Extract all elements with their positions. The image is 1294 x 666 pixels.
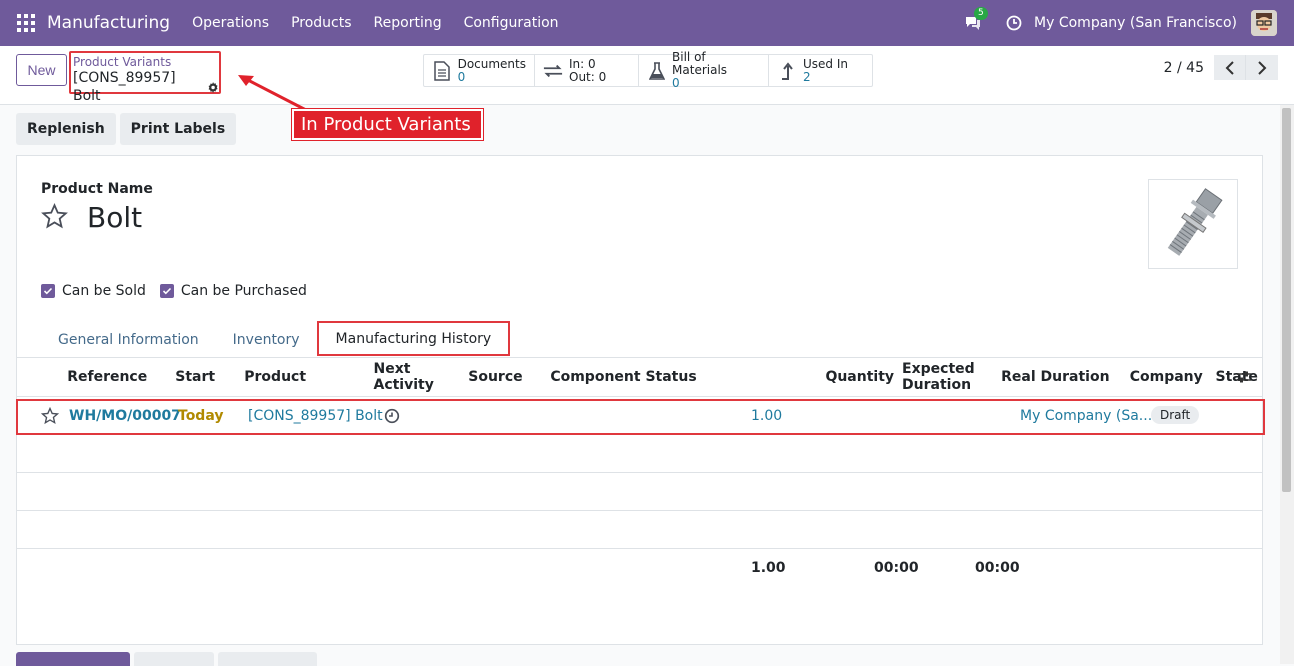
tab-manufacturing-history[interactable]: Manufacturing History [316,321,511,356]
empty-row [17,473,1262,511]
print-labels-button[interactable]: Print Labels [119,113,237,145]
used-in-label: Used In [803,56,848,71]
pager-value[interactable]: 2 / 45 [1164,60,1204,76]
column-header-source[interactable]: Source [464,358,547,397]
optional-columns-icon[interactable] [1236,370,1252,384]
empty-row [17,511,1262,549]
user-avatar[interactable] [1251,10,1277,36]
empty-row [17,435,1262,473]
pager-previous-button[interactable] [1214,55,1246,80]
column-header-expected-duration[interactable]: Expected Duration [898,358,998,397]
breadcrumb: Product Variants [CONS_89957] Bolt [69,51,221,104]
messages-count-badge: 5 [974,7,988,20]
messages-icon[interactable]: 5 [964,7,988,31]
can-be-purchased-checkbox[interactable]: Can be Purchased [159,283,307,299]
pager-next-button[interactable] [1246,55,1278,80]
select-column-header [17,358,64,397]
column-header-product[interactable]: Product [240,358,370,397]
in-count: In: 0 [569,56,596,71]
bom-smart-button[interactable]: Bill of Materials 0 [639,51,769,90]
document-icon [432,60,452,81]
product-image[interactable] [1148,179,1238,269]
annotation-callout: In Product Variants [292,109,483,140]
record-pager: 2 / 45 [1164,55,1278,80]
menu-operations[interactable]: Operations [192,15,269,31]
total-real-duration: 00:00 [975,560,1020,576]
manufacturing-history-table: Reference Start Product Next Activity So… [17,358,1262,397]
column-header-real-duration[interactable]: Real Duration [997,358,1126,397]
documents-smart-button[interactable]: Documents 0 [424,55,535,86]
checkbox-checked-icon [159,284,174,298]
breadcrumb-parent-link[interactable]: Product Variants [73,55,219,69]
breadcrumb-current: [CONS_89957] Bolt [73,69,219,105]
out-count: Out: 0 [569,69,607,84]
company-switcher[interactable]: My Company (San Francisco) [1034,15,1237,31]
transfer-arrows-icon [543,61,563,81]
total-quantity: 1.00 [751,560,786,576]
used-in-count: 2 [803,69,811,84]
column-header-start[interactable]: Start [171,358,241,397]
column-header-reference[interactable]: Reference [63,358,172,397]
in-out-smart-button[interactable]: In: 0 Out: 0 [535,55,639,86]
chevron-right-icon [1258,60,1267,75]
documents-count: 0 [457,69,466,84]
replenish-button[interactable]: Replenish [16,113,116,145]
menu-reporting[interactable]: Reporting [374,15,442,31]
column-header-next-activity[interactable]: Next Activity [369,358,465,397]
menu-products[interactable]: Products [291,15,351,31]
level-up-icon [777,61,797,81]
product-name-field[interactable]: Bolt [87,201,142,234]
column-header-component-status[interactable]: Component Status [546,358,768,397]
used-in-smart-button[interactable]: Used In 2 [769,55,872,86]
can-be-sold-checkbox[interactable]: Can be Sold [41,283,146,299]
gear-icon[interactable] [207,81,219,94]
column-header-company[interactable]: Company [1125,358,1212,397]
product-name-label: Product Name [41,181,153,197]
checkbox-checked-icon [41,284,55,298]
table-header-row: Reference Start Product Next Activity So… [17,358,1262,397]
top-navbar: Manufacturing Operations Products Report… [0,0,1294,46]
can-be-sold-label: Can be Sold [62,283,146,299]
product-flags: Can be Sold Can be Purchased [41,283,321,299]
new-button[interactable]: New [16,54,67,86]
row-highlight [16,399,1265,435]
control-panel: New Product Variants [CONS_89957] Bolt D… [0,46,1294,105]
apps-menu-icon[interactable] [17,14,35,32]
smart-buttons: Documents 0 In: 0 Out: 0 Bill of Materials… [423,51,873,90]
chevron-left-icon [1225,60,1234,75]
activity-clock-icon[interactable] [1006,15,1022,31]
menu-configuration[interactable]: Configuration [464,15,559,31]
column-header-quantity[interactable]: Quantity [767,358,899,397]
documents-label: Documents [457,56,526,71]
app-brand[interactable]: Manufacturing [47,13,170,33]
form-tabs: General Information Inventory Manufactur… [41,321,511,358]
scrollbar-thumb[interactable] [1282,108,1291,492]
tab-general-information[interactable]: General Information [41,321,216,358]
favorite-star-icon[interactable] [41,203,68,230]
bom-count: 0 [672,76,680,90]
flask-icon [647,61,666,81]
can-be-purchased-label: Can be Purchased [180,283,307,299]
action-bar: Replenish Print Labels [16,113,240,145]
tab-inventory[interactable]: Inventory [216,321,317,358]
bom-label: Bill of Materials [672,50,728,77]
total-expected-duration: 00:00 [874,560,919,576]
form-sheet: Product Name Bolt Can be Sold Can be Pur… [16,155,1265,645]
breadcrumb-current-label: [CONS_89957] Bolt [73,70,176,104]
